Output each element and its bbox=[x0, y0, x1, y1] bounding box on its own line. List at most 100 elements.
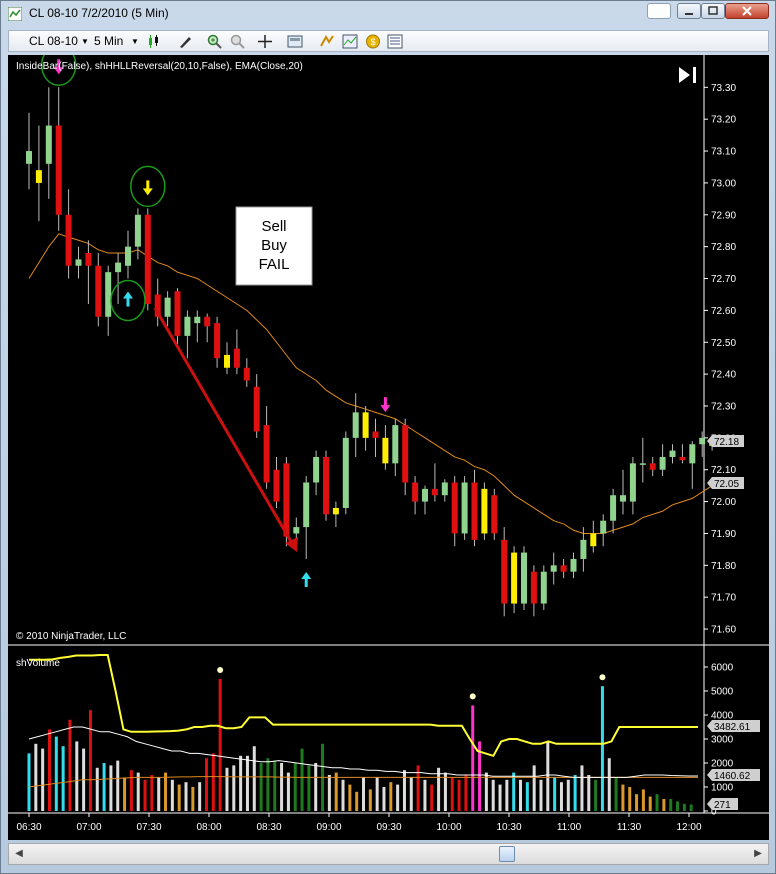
volume-spike-dot bbox=[217, 667, 224, 673]
candle-body bbox=[412, 482, 419, 502]
volume-bar bbox=[300, 748, 304, 811]
restore-extra-button[interactable] bbox=[647, 3, 671, 19]
chart-area[interactable]: 71.6071.7071.8071.9072.0072.1072.2072.30… bbox=[8, 44, 769, 840]
instrument-selector[interactable]: CL 08-10 bbox=[29, 34, 78, 48]
volume-bar bbox=[327, 775, 331, 811]
price-tick-label: 71.60 bbox=[711, 625, 736, 636]
volume-tag-2: 1460.62 bbox=[707, 769, 760, 782]
volume-tick-label: 5000 bbox=[711, 687, 734, 698]
strategy-icon[interactable] bbox=[319, 34, 335, 49]
data-box-icon[interactable] bbox=[387, 34, 403, 49]
draw-pen-icon[interactable] bbox=[177, 34, 193, 49]
minimize-icon bbox=[685, 13, 693, 15]
signal-arrow-up-icon bbox=[301, 571, 312, 579]
time-tick-label: 08:30 bbox=[256, 822, 281, 833]
volume-bar bbox=[512, 772, 516, 811]
maximize-button[interactable] bbox=[701, 3, 725, 19]
volume-bar bbox=[102, 763, 106, 811]
candle-body bbox=[184, 316, 191, 336]
volume-average-lines bbox=[28, 654, 698, 788]
price-tick-label: 73.00 bbox=[711, 178, 736, 189]
candle-body bbox=[204, 316, 211, 327]
candle-body bbox=[65, 214, 72, 266]
volume-bar bbox=[252, 746, 256, 811]
volume-bar bbox=[628, 787, 632, 811]
volume-bar bbox=[676, 801, 680, 811]
volume-avg-white-line bbox=[28, 726, 698, 778]
volume-bar bbox=[491, 779, 495, 811]
horizontal-scrollbar[interactable]: ◀ ▶ bbox=[8, 843, 769, 865]
annotation-line-1: Sell bbox=[261, 218, 286, 235]
candle-body bbox=[521, 552, 527, 604]
volume-tick-label: 6000 bbox=[711, 663, 734, 674]
candle-body bbox=[481, 488, 488, 534]
candle-body bbox=[620, 495, 626, 502]
candle-body bbox=[550, 565, 557, 572]
interval-selector[interactable]: 5 Min bbox=[94, 34, 123, 48]
crosshair-icon[interactable] bbox=[257, 34, 273, 49]
volume-spike-dot bbox=[599, 674, 606, 681]
title-bar[interactable]: CL 08-10 7/2/2010 (5 Min) bbox=[1, 1, 775, 27]
indicator-icon[interactable] bbox=[342, 34, 358, 49]
candle-body bbox=[422, 488, 428, 502]
volume-bar bbox=[539, 779, 543, 811]
volume-bar bbox=[184, 782, 188, 811]
sell-buy-fail-annotation: Sell Buy FAIL bbox=[235, 206, 313, 286]
candle-body bbox=[293, 527, 300, 534]
volume-bars bbox=[27, 679, 693, 811]
candle-body bbox=[174, 291, 181, 336]
volume-bar bbox=[225, 767, 229, 811]
chart-window: CL 08-10 7/2/2010 (5 Min) CL 08-10 ▼ 5 M… bbox=[0, 0, 776, 874]
zoom-in-icon[interactable] bbox=[207, 34, 223, 49]
volume-bar bbox=[239, 755, 243, 811]
signal-arrow-up-icon bbox=[123, 291, 133, 299]
ema-tag-text: 72.05 bbox=[714, 479, 739, 490]
price-panel[interactable]: 71.6071.7071.8071.9072.0072.1072.2072.30… bbox=[16, 44, 744, 645]
volume-bar bbox=[450, 777, 454, 811]
volume-bar bbox=[669, 799, 673, 811]
volume-bar bbox=[546, 741, 550, 811]
volume-bar bbox=[136, 772, 140, 811]
volume-panel[interactable]: 0100020003000400050006000 shVolume 3482.… bbox=[16, 645, 760, 818]
candle-body bbox=[441, 482, 448, 496]
scroll-left-icon[interactable]: ◀ bbox=[12, 847, 26, 861]
scroll-thumb[interactable] bbox=[499, 846, 515, 862]
close-button[interactable] bbox=[725, 3, 769, 19]
volume-tick-label: 2000 bbox=[711, 759, 734, 770]
volume-bar bbox=[389, 782, 393, 811]
candle-body bbox=[144, 214, 151, 305]
candle-body bbox=[689, 444, 696, 464]
ema-polyline bbox=[28, 233, 713, 534]
candle-body bbox=[323, 456, 329, 515]
volume-spike-dot bbox=[469, 693, 476, 700]
candle-body bbox=[511, 552, 518, 604]
candle-body bbox=[26, 151, 32, 164]
volume-bar bbox=[382, 787, 386, 811]
signal-arrow-down-icon bbox=[380, 405, 391, 413]
properties-icon[interactable] bbox=[287, 34, 303, 49]
candle-body bbox=[233, 348, 240, 368]
zoom-out-icon[interactable] bbox=[230, 34, 246, 49]
minimize-button[interactable] bbox=[677, 3, 701, 19]
candlestick-style-icon[interactable] bbox=[147, 34, 163, 49]
chart-svg[interactable]: 71.6071.7071.8071.9072.0072.1072.2072.30… bbox=[8, 44, 769, 840]
gold-coin-icon[interactable]: $ bbox=[365, 34, 381, 49]
scroll-right-icon[interactable]: ▶ bbox=[751, 847, 765, 861]
interval-dropdown-icon[interactable]: ▼ bbox=[131, 37, 139, 46]
candle-body bbox=[639, 463, 646, 465]
candle-body bbox=[590, 533, 597, 547]
volume-axis: 0100020003000400050006000 bbox=[704, 663, 734, 818]
volume-bar bbox=[314, 763, 318, 811]
last-price-text: 72.18 bbox=[714, 437, 739, 448]
candle-body bbox=[629, 463, 636, 502]
candle-body bbox=[313, 456, 320, 483]
time-tick-label: 10:30 bbox=[496, 822, 521, 833]
copyright-text: © 2010 NinjaTrader, LLC bbox=[16, 631, 126, 642]
svg-text:$: $ bbox=[370, 37, 375, 47]
time-tick-label: 12:00 bbox=[676, 822, 701, 833]
volume-tag-3: 271 bbox=[707, 798, 738, 811]
jump-to-end-icon[interactable] bbox=[679, 67, 696, 83]
volume-bar bbox=[27, 753, 31, 811]
instrument-dropdown-icon[interactable]: ▼ bbox=[81, 37, 89, 46]
volume-bar bbox=[170, 779, 174, 811]
